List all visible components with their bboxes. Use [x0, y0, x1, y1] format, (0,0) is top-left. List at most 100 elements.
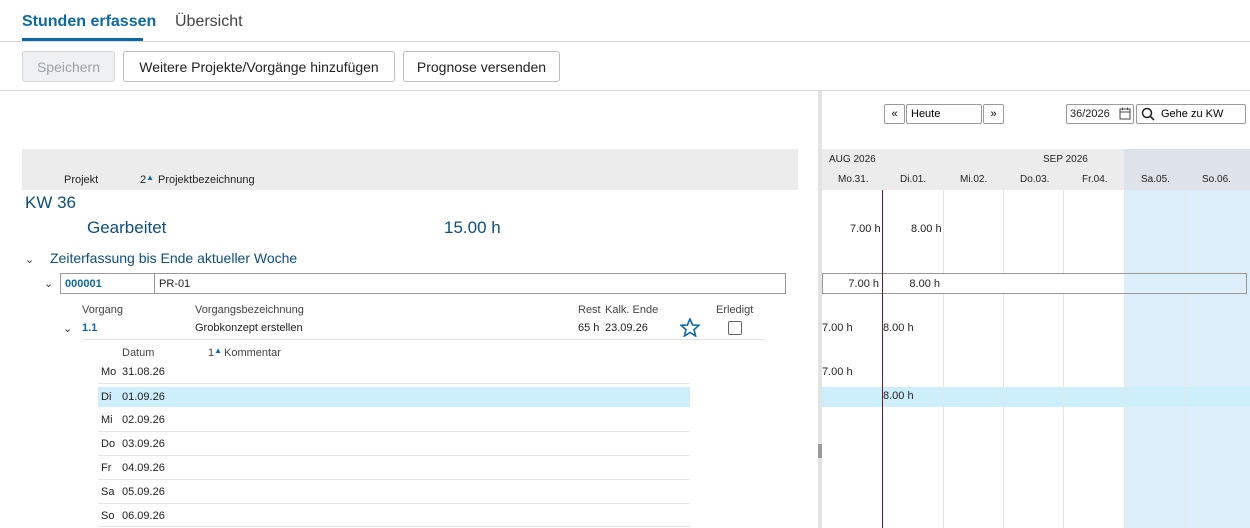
row-divider [98, 455, 690, 456]
week-total-mo: 7.00 h [850, 223, 881, 235]
entry-weekday: Mo [101, 366, 117, 378]
task-divider [82, 339, 764, 340]
entry-row[interactable]: Mi 02.09.26 [98, 410, 690, 430]
entry-weekday: Mi [101, 414, 113, 426]
day-separator [1003, 190, 1004, 528]
day-separator [1185, 190, 1186, 528]
column-header-vorgangsbezeichnung[interactable]: Vorgangsbezeichnung [195, 304, 304, 316]
row-divider [98, 431, 690, 432]
entry-weekday: Fr [101, 462, 112, 474]
project-total-value: 7.00 h [848, 277, 879, 290]
column-header-rest[interactable]: Rest [578, 304, 601, 316]
project-total-cell[interactable] [1124, 273, 1186, 294]
column-header-erledigt[interactable]: Erledigt [716, 304, 753, 316]
entry-row[interactable]: Sa 05.09.26 [98, 482, 690, 502]
project-total-cell[interactable] [943, 273, 1004, 294]
week-total-di: 8.00 h [911, 223, 942, 235]
day-separator [1124, 190, 1125, 528]
day-label: Fr.04. [1082, 174, 1108, 185]
chevron-down-icon[interactable]: ⌄ [63, 322, 72, 335]
row-divider [98, 383, 690, 384]
previous-week-button[interactable]: « [884, 104, 905, 124]
chevron-down-icon[interactable]: ⌄ [44, 277, 53, 290]
entry-hours-mo[interactable]: 7.00 h [822, 366, 853, 378]
entry-weekday: Sa [101, 486, 115, 498]
day-label: Di.01. [900, 174, 927, 185]
task-total-mo: 7.00 h [822, 322, 853, 334]
entry-date: 05.09.26 [122, 486, 165, 498]
worked-label: Gearbeitet [87, 218, 167, 237]
project-total-value: 8.00 h [909, 277, 940, 290]
entry-weekday: Do [101, 438, 116, 450]
sort-up-icon: ▲ [146, 173, 155, 182]
day-label: Mi.02. [960, 174, 988, 185]
project-total-cell[interactable] [1063, 273, 1125, 294]
send-forecast-button[interactable]: Prognose versenden [403, 51, 560, 82]
entry-date: 03.09.26 [122, 438, 165, 450]
project-total-cell[interactable] [1003, 273, 1064, 294]
weekend-column [1124, 190, 1250, 528]
column-header-kalk-ende[interactable]: Kalk. Ende [605, 304, 658, 316]
row-divider [98, 503, 690, 504]
column-header-datum[interactable]: Datum [122, 347, 154, 359]
task-name: Grobkonzept erstellen [195, 322, 303, 334]
table-header [22, 149, 798, 190]
entry-row[interactable]: So 06.09.26 [98, 506, 690, 526]
project-id-link[interactable]: 000001 [65, 278, 102, 290]
entry-date: 02.09.26 [122, 414, 165, 426]
project-name-cell: PR-01 [154, 273, 786, 294]
entry-row-selected[interactable]: Di 01.09.26 [98, 387, 690, 407]
today-marker-line [882, 190, 883, 528]
column-header-vorgang[interactable]: Vorgang [82, 304, 123, 316]
entry-date: 31.08.26 [122, 366, 165, 378]
entry-row[interactable]: Fr 04.09.26 [98, 458, 690, 478]
day-label: So.06. [1202, 174, 1231, 185]
entry-row[interactable]: Do 03.09.26 [98, 434, 690, 454]
row-divider [98, 479, 690, 480]
star-icon[interactable] [680, 318, 700, 337]
goto-week-button[interactable]: Gehe zu KW [1136, 104, 1246, 124]
entry-date: 06.09.26 [122, 510, 165, 522]
section-title: Zeiterfassung bis Ende aktueller Woche [50, 250, 298, 266]
entry-row[interactable]: Mo 31.08.26 [98, 362, 690, 382]
next-week-button[interactable]: » [983, 104, 1004, 124]
save-button[interactable]: Speichern [22, 51, 115, 82]
day-separator [1063, 190, 1064, 528]
project-total-cell[interactable]: 7.00 h [822, 273, 883, 294]
entry-weekday: Di [101, 391, 112, 403]
task-total-di: 8.00 h [883, 322, 914, 334]
week-value: 36/2026 [1070, 108, 1110, 120]
goto-week-label: Gehe zu KW [1161, 108, 1224, 120]
splitter-grip-icon[interactable] [818, 444, 822, 458]
month-label-sep: SEP 2026 [1043, 154, 1088, 165]
month-label-aug: AUG 2026 [829, 154, 876, 165]
tab-stunden-erfassen[interactable]: Stunden erfassen [22, 13, 156, 31]
entry-date: 04.09.26 [122, 462, 165, 474]
task-rest: 65 h [578, 322, 600, 334]
add-projects-button[interactable]: Weitere Projekte/Vorgänge hinzufügen [123, 51, 395, 82]
project-total-cell[interactable] [1185, 273, 1247, 294]
sort-indicator: 2▲ [140, 173, 155, 186]
entry-hours-di[interactable]: 8.00 h [883, 390, 914, 402]
day-label: Do.03. [1020, 174, 1050, 185]
entry-weekday: So [101, 510, 115, 522]
chevron-down-icon[interactable]: ⌄ [25, 253, 34, 266]
project-total-cell[interactable]: 8.00 h [882, 273, 944, 294]
today-button[interactable]: Heute [906, 104, 982, 124]
day-separator [943, 190, 944, 528]
project-name: PR-01 [159, 277, 191, 290]
worked-total: 15.00 h [444, 218, 501, 237]
tab-uebersicht[interactable]: Übersicht [175, 13, 243, 31]
erledigt-checkbox[interactable] [728, 321, 742, 335]
column-header-projekt[interactable]: Projekt [64, 174, 98, 186]
day-label: Mo.31. [838, 174, 869, 185]
column-header-kommentar[interactable]: Kommentar [224, 347, 281, 359]
week-label: KW 36 [25, 193, 77, 212]
day-label: Sa.05. [1141, 174, 1170, 185]
calendar-icon[interactable] [1119, 107, 1131, 120]
column-header-projektbezeichnung[interactable]: Projektbezeichnung [158, 174, 255, 186]
task-id-link[interactable]: 1.1 [82, 322, 97, 334]
sort-indicator: 1▲ [208, 346, 222, 359]
project-id-cell[interactable]: 000001 [60, 273, 155, 294]
row-divider [98, 526, 690, 527]
